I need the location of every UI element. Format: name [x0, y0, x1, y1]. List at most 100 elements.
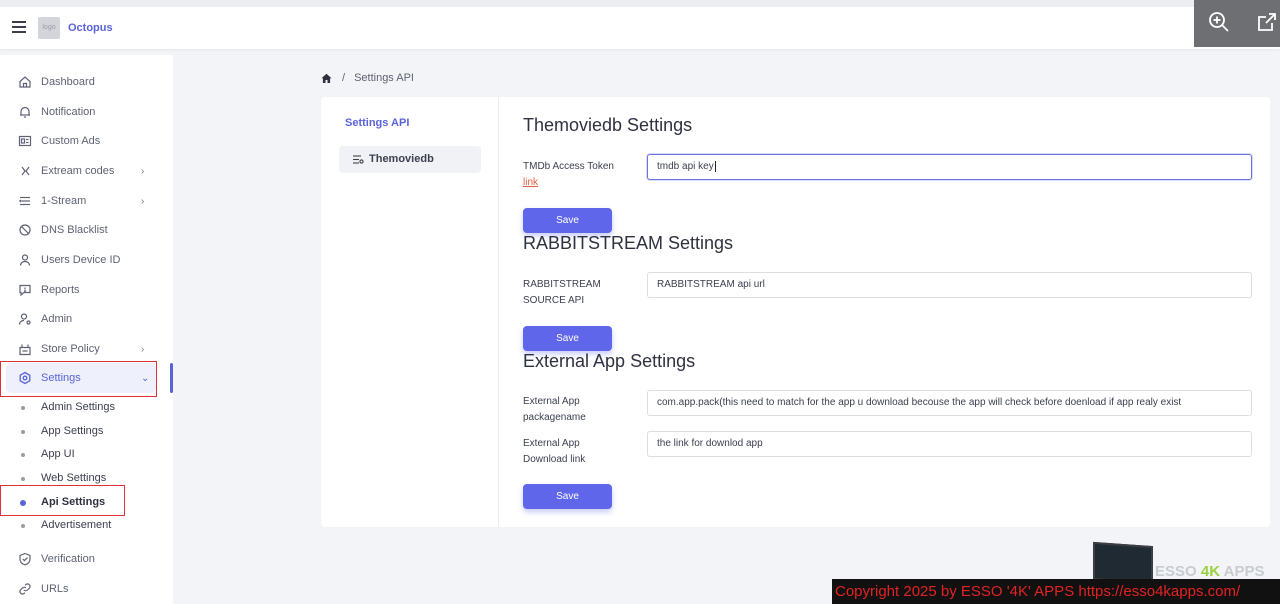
copyright-banner: Copyright 2025 by ESSO '4K' APPS https:/…	[832, 579, 1280, 604]
sidebar-item-label: Settings	[41, 372, 81, 384]
rabbitstream-source-label-line1: RABBITSTREAM	[523, 279, 601, 290]
sidebar-item-settings[interactable]: Settings ⌄	[6, 363, 156, 393]
external-download-input[interactable]: the link for downlod app	[647, 431, 1252, 457]
home-icon	[19, 76, 31, 88]
section-title-rabbitstream: RABBITSTREAM Settings	[523, 233, 734, 253]
sidebar-item-label: Dashboard	[41, 76, 95, 88]
sidebar-subitem-label: App Settings	[41, 425, 104, 437]
watermark-logo	[1093, 541, 1153, 585]
sidebar-subitem-label: Advertisement	[41, 519, 112, 531]
chevron-right-icon: ›	[141, 195, 145, 207]
bullet-icon	[21, 524, 25, 528]
viewer-toolbar	[1194, 0, 1280, 47]
active-indicator	[170, 363, 173, 393]
sidebar-subitem-label: Web Settings	[41, 472, 107, 484]
settings-list-icon	[353, 155, 364, 164]
shield-icon	[19, 552, 31, 566]
sidebar-subitem-api-settings[interactable]: Api Settings	[0, 493, 173, 513]
brand-logo: logo	[38, 17, 60, 39]
settings-icon	[19, 371, 31, 385]
sidebar-item-label: Store Policy	[41, 343, 100, 355]
sidebar-item-label: Notification	[41, 106, 96, 118]
sidebar-item-label: Admin	[41, 313, 73, 325]
open-external-icon[interactable]	[1256, 11, 1278, 33]
settings-nav-title: Settings API	[345, 117, 410, 129]
sidebar-item-label: 1-Stream	[41, 195, 87, 207]
zoom-in-icon[interactable]	[1208, 11, 1230, 33]
store-icon	[19, 344, 31, 356]
sidebar-item-custom-ads[interactable]: Custom Ads	[0, 128, 173, 154]
bullet-icon	[21, 477, 25, 481]
sidebar-item-label: Custom Ads	[41, 135, 101, 147]
save-button-themoviedb[interactable]: Save	[523, 208, 612, 233]
home-icon[interactable]	[321, 73, 332, 84]
external-packagename-input[interactable]: com.app.pack(this need to match for the …	[647, 390, 1252, 416]
user-icon	[19, 254, 31, 266]
app-header: logo Octopus	[0, 7, 1280, 49]
sidebar-item-store-policy[interactable]: Store Policy ›	[0, 336, 173, 362]
sidebar-subitem-web-settings[interactable]: Web Settings	[0, 469, 173, 489]
bullet-icon	[20, 500, 26, 506]
bullet-icon	[21, 453, 25, 457]
section-title-themoviedb: Themoviedb Settings	[523, 115, 693, 135]
tmdb-token-input[interactable]: tmdb api key	[647, 154, 1252, 180]
save-button-rabbitstream[interactable]: Save	[523, 326, 612, 351]
report-icon	[19, 284, 31, 297]
sidebar-item-label: Users Device ID	[41, 254, 121, 266]
watermark-brand-suffix: APPS	[1220, 563, 1265, 580]
sidebar-subitem-app-settings[interactable]: App Settings	[0, 422, 173, 442]
watermark-brand: ESSO 4K APPS	[1155, 563, 1265, 580]
sidebar-subitem-label: Api Settings	[41, 496, 106, 508]
sidebar-item-verification[interactable]: Verification	[0, 546, 173, 572]
rabbitstream-source-input[interactable]: RABBITSTREAM api url	[647, 272, 1252, 298]
sidebar-subitem-label: App UI	[41, 448, 75, 460]
sidebar-item-label: Verification	[41, 553, 95, 565]
sidebar-item-label: Extream codes	[41, 165, 115, 177]
sidebar-item-dashboard[interactable]: Dashboard	[0, 69, 173, 95]
external-download-label-line1: External App	[523, 438, 580, 449]
sidebar-subitem-admin-settings[interactable]: Admin Settings	[0, 398, 173, 418]
sidebar-item-dns-blacklist[interactable]: DNS Blacklist	[0, 217, 173, 243]
save-button-external-app[interactable]: Save	[523, 484, 612, 509]
sidebar-item-label: Reports	[41, 284, 80, 296]
ad-icon	[18, 135, 32, 147]
sidebar-subitem-app-ui[interactable]: App UI	[0, 445, 173, 465]
brand-name[interactable]: Octopus	[68, 22, 113, 34]
bullet-icon	[21, 430, 25, 434]
tmdb-help-link[interactable]: link	[523, 177, 538, 188]
bell-icon	[20, 106, 30, 118]
block-icon	[19, 224, 31, 236]
code-icon	[21, 166, 30, 176]
sidebar-item-label: URLs	[41, 583, 69, 595]
tab-themoviedb[interactable]: Themoviedb	[339, 146, 481, 173]
external-download-label-line2: Download link	[523, 454, 586, 465]
menu-toggle-icon[interactable]	[12, 21, 26, 33]
external-packagename-label-line1: External App	[523, 396, 580, 407]
sidebar-subitem-label: Admin Settings	[41, 401, 115, 413]
top-strip	[0, 0, 1280, 7]
watermark-brand-prefix: ESSO	[1155, 563, 1201, 580]
breadcrumb-separator: /	[342, 72, 346, 84]
sidebar-item-urls[interactable]: URLs	[0, 576, 173, 602]
sidebar-item-admin[interactable]: Admin	[0, 306, 173, 332]
sidebar-item-extream-codes[interactable]: Extream codes ›	[0, 158, 173, 184]
settings-card: Settings API Themoviedb Themoviedb Setti…	[321, 97, 1270, 527]
sidebar-item-1-stream[interactable]: 1-Stream ›	[0, 188, 173, 214]
section-title-external-app: External App Settings	[523, 351, 696, 371]
chevron-down-icon: ⌄	[141, 372, 150, 384]
sidebar-item-reports[interactable]: Reports	[0, 277, 173, 303]
bullet-icon	[21, 406, 25, 410]
watermark-brand-k: 4K	[1200, 563, 1221, 580]
text-caret	[714, 160, 716, 172]
card-divider	[498, 97, 499, 527]
tab-label: Themoviedb	[369, 153, 434, 165]
sidebar-item-users-device-id[interactable]: Users Device ID	[0, 247, 173, 273]
external-packagename-label-line2: packagename	[523, 412, 586, 423]
list-icon	[19, 196, 30, 206]
chevron-right-icon: ›	[141, 343, 145, 355]
sidebar-item-notification[interactable]: Notification	[0, 99, 173, 125]
tmdb-token-label: TMDb Access Token	[523, 161, 614, 172]
admin-icon	[18, 313, 31, 325]
breadcrumb: / Settings API	[321, 71, 414, 85]
sidebar-subitem-advertisement[interactable]: Advertisement	[0, 516, 173, 536]
